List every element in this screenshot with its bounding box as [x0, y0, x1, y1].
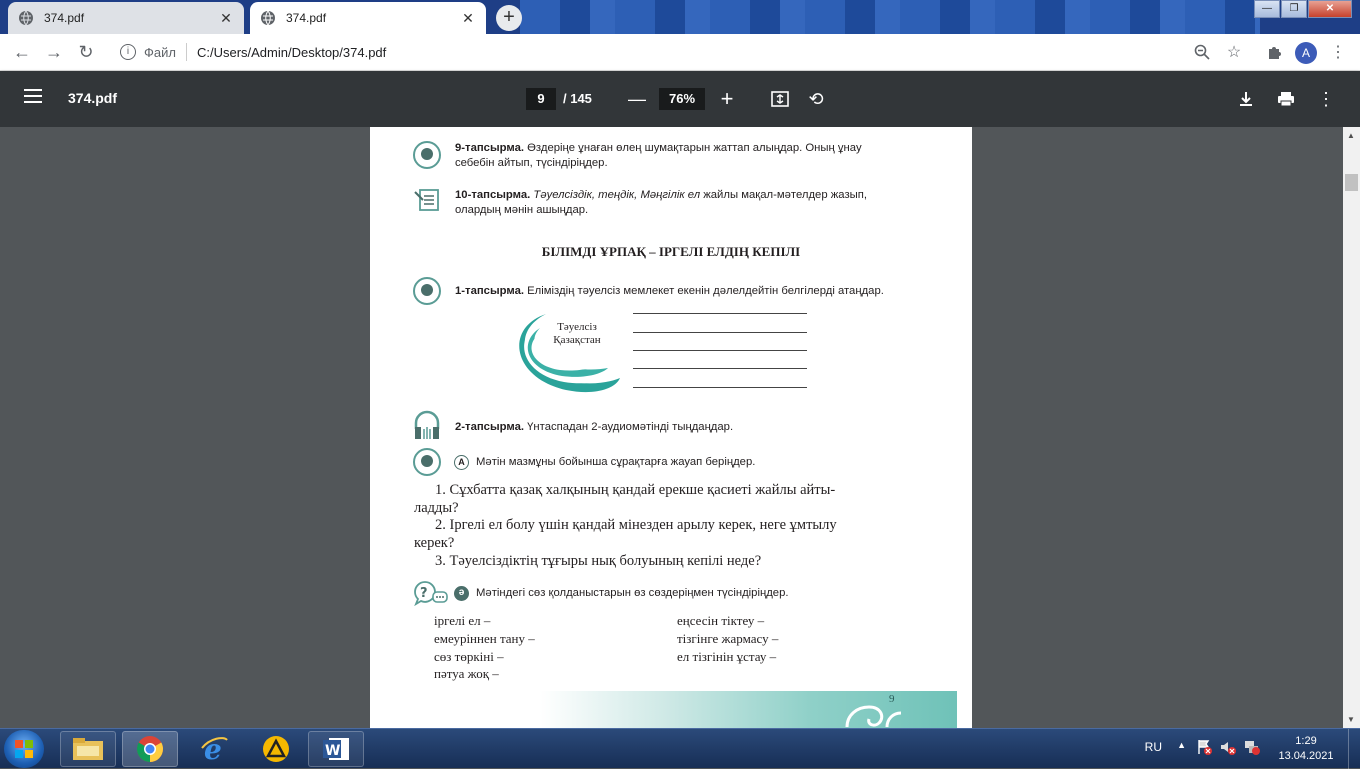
question-line: 1. Сұхбатта қазақ халқының қандай ерекше…	[435, 482, 836, 498]
chrome-app-icon[interactable]	[122, 731, 178, 767]
task9: 9-тапсырма. Өздеріңе ұнаған өлең шумақта…	[455, 142, 862, 169]
start-button[interactable]	[4, 730, 44, 768]
clock-date: 13.04.2021	[1278, 750, 1334, 762]
tab-close-icon[interactable]: ✕	[460, 10, 476, 26]
zoom-in-icon[interactable]: +	[713, 85, 741, 113]
flag-icon[interactable]	[1196, 739, 1212, 758]
bookmark-star-icon[interactable]: ☆	[1220, 38, 1248, 66]
back-icon[interactable]: ←	[6, 36, 38, 68]
desktop-background	[520, 0, 1260, 34]
divider	[185, 43, 187, 61]
pdf-file-name: 374.pdf	[68, 90, 118, 106]
internet-explorer-icon[interactable]: e	[186, 731, 242, 767]
show-hidden-icons-icon[interactable]: ▲	[1177, 740, 1186, 750]
scroll-up-icon[interactable]: ▲	[1347, 131, 1355, 140]
vertical-scrollbar[interactable]: ▲ ▼	[1343, 127, 1360, 728]
print-icon[interactable]	[1272, 85, 1300, 113]
section-heading: БІЛІМДІ ҰРПАҚ – ІРГЕЛІ ЕЛДІҢ КЕПІЛІ	[541, 244, 801, 259]
zoom-icon[interactable]	[1188, 38, 1216, 66]
svg-text:W: W	[325, 743, 340, 759]
task1: 1-тапсырма. Еліміздің тәуелсіз мемлекет …	[455, 285, 884, 297]
window-controls: — ❐ ✕	[1253, 0, 1352, 18]
question-line: ладды?	[414, 500, 459, 516]
profile-avatar[interactable]: A	[1295, 42, 1317, 64]
omnibox[interactable]: i Файл C:/Users/Admin/Desktop/374.pdf	[110, 38, 1250, 66]
answer-line	[633, 387, 807, 388]
emblem-text: Тәуелсіз Қазақстан	[553, 321, 601, 346]
show-desktop-button[interactable]	[1348, 729, 1360, 769]
part-ae-badge: ә	[454, 586, 469, 601]
new-tab-button[interactable]: +	[496, 5, 522, 31]
tab-374-pdf-1[interactable]: 374.pdf ✕	[8, 2, 244, 34]
zoom-out-icon[interactable]: —	[623, 85, 651, 113]
vocab-left-item: сөз төркіні –	[434, 649, 504, 664]
answer-line	[633, 332, 807, 333]
scroll-thumb[interactable]	[1345, 174, 1358, 191]
restore-button[interactable]: ❐	[1281, 0, 1307, 18]
download-icon[interactable]	[1232, 85, 1260, 113]
pdf-toolbar: 374.pdf 9 / 145 — 76% + ⟲ ⋮	[0, 71, 1360, 127]
scroll-down-icon[interactable]: ▼	[1347, 715, 1355, 724]
svg-text:?: ?	[420, 586, 428, 601]
part-ae-instruction: Мәтіндегі сөз қолданыстарын өз сөздеріңм…	[476, 587, 789, 599]
info-icon[interactable]: i	[120, 44, 136, 60]
pdf-more-icon[interactable]: ⋮	[1312, 85, 1340, 113]
microphone-icon	[413, 141, 441, 169]
task2: 2-тапсырма. Үнтаспадан 2-аудиомәтінді ты…	[455, 421, 734, 433]
microphone-icon	[413, 448, 441, 476]
reload-icon[interactable]: ↻	[70, 36, 102, 68]
vocab-right-item: тізгінге жармасу –	[677, 631, 779, 646]
question-bubble-icon: ?	[413, 580, 449, 607]
language-indicator[interactable]: RU	[1145, 740, 1162, 754]
answer-line	[633, 313, 807, 314]
address-bar: ← → ↻ i Файл C:/Users/Admin/Desktop/374.…	[0, 34, 1360, 71]
tab-close-icon[interactable]: ✕	[218, 10, 234, 26]
vocab-right-item: еңсесін тіктеу –	[677, 613, 765, 628]
answer-line	[633, 368, 807, 369]
scheme-label: Файл	[144, 44, 176, 60]
question-line: керек?	[414, 535, 455, 551]
fit-to-page-icon[interactable]	[766, 85, 794, 113]
clock-time: 1:29	[1295, 735, 1317, 747]
word-app-icon[interactable]: W	[308, 731, 364, 767]
clock[interactable]: 1:29 13.04.2021	[1276, 734, 1336, 764]
app-triangle-icon[interactable]	[248, 731, 304, 767]
hamburger-menu-icon[interactable]	[24, 89, 42, 103]
chrome-menu-icon[interactable]: ⋮	[1324, 38, 1352, 66]
url-text[interactable]: C:/Users/Admin/Desktop/374.pdf	[197, 45, 386, 60]
question-line: 3. Тәуелсіздіктің тұғыры нық болуының ке…	[435, 553, 762, 569]
vocab-left-item: емеуріннен тану –	[434, 631, 535, 646]
tab-374-pdf-2[interactable]: 374.pdf ✕	[250, 2, 486, 34]
vocab-left-item: іргелі ел –	[434, 613, 491, 628]
microphone-icon	[413, 277, 441, 305]
tab-strip: 374.pdf ✕ 374.pdf ✕ + — ❐ ✕	[0, 0, 1360, 34]
zoom-level-input[interactable]: 76%	[659, 88, 705, 110]
page-total: / 145	[563, 91, 592, 106]
extensions-puzzle-icon[interactable]	[1260, 38, 1288, 66]
forward-icon[interactable]: →	[38, 36, 70, 68]
task10: 10-тапсырма. Тәуелсіздік, теңдік, Мәңгіл…	[455, 189, 868, 216]
explorer-app-icon[interactable]	[60, 731, 116, 767]
minimize-button[interactable]: —	[1254, 0, 1280, 18]
volume-muted-icon[interactable]	[1220, 739, 1236, 758]
vocab-right-item: ел тізгінін ұстау –	[677, 649, 777, 664]
page-number-input[interactable]: 9	[526, 88, 556, 110]
tab-title: 374.pdf	[44, 11, 85, 25]
globe-icon	[18, 10, 34, 26]
headphones-icon	[412, 409, 442, 441]
rotate-icon[interactable]: ⟲	[802, 85, 830, 113]
page-number-label: 9	[889, 693, 895, 705]
writing-icon	[414, 188, 442, 212]
question-line: 2. Іргелі ел болу үшін қандай мінезден а…	[435, 517, 837, 533]
globe-icon	[260, 10, 276, 26]
part-a-badge: А	[454, 455, 469, 470]
answer-line	[633, 350, 807, 351]
close-window-button[interactable]: ✕	[1308, 0, 1352, 18]
windows-taskbar: e W RU ▲ 1:29 13.04.2021	[0, 728, 1360, 769]
network-icon[interactable]	[1244, 739, 1260, 758]
tab-title: 374.pdf	[286, 11, 327, 25]
part-a-instruction: Мәтін мазмұны бойынша сұрақтарға жауап б…	[476, 456, 756, 468]
vocab-left-item: пәтуа жоқ –	[434, 666, 499, 681]
